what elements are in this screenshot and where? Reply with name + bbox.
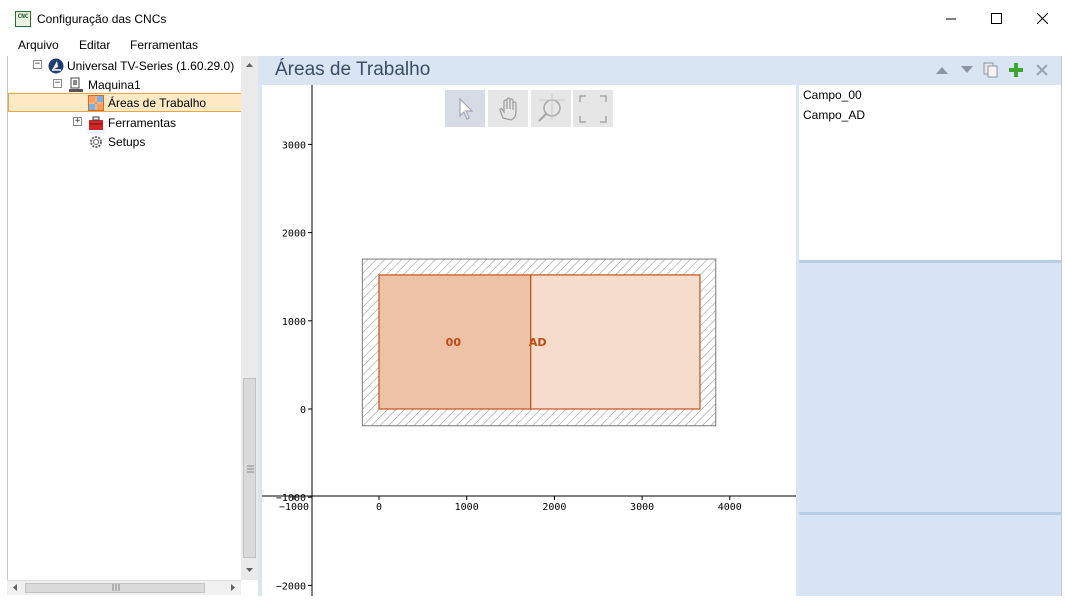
- tree-root-label: Universal TV-Series (1.60.29.0): [67, 58, 235, 73]
- field-label: AD: [529, 336, 547, 349]
- panel-splitter[interactable]: [799, 512, 1061, 515]
- list-item[interactable]: Campo_00: [803, 88, 862, 102]
- field-label: 00: [446, 336, 462, 349]
- grip-icon: [247, 465, 254, 473]
- y-tick-label: 2000: [282, 229, 306, 240]
- tree-item-setups[interactable]: Setups: [88, 132, 145, 151]
- x-tick-label: 2000: [542, 502, 566, 513]
- tree-panel: − Universal TV-Series (1.60.29.0) − Maqu…: [7, 56, 242, 580]
- tree-item-root[interactable]: Universal TV-Series (1.60.29.0): [48, 56, 234, 75]
- x-tick-label: 4000: [718, 502, 742, 513]
- menu-editar[interactable]: Editar: [79, 38, 110, 52]
- x-tick-label: −1000: [279, 502, 309, 513]
- collapse-icon[interactable]: −: [53, 79, 62, 88]
- add-icon: [1009, 63, 1023, 77]
- expand-icon[interactable]: +: [73, 117, 82, 126]
- close-icon: [1036, 12, 1048, 24]
- tree-machine-label: Maquina1: [88, 77, 141, 92]
- arrow-down-icon: [961, 66, 973, 73]
- menu-bar: Arquivo Editar Ferramentas: [0, 36, 1065, 56]
- window-title: Configuração das CNCs: [37, 12, 167, 26]
- fields-list: Campo_00 Campo_AD: [799, 85, 1061, 260]
- tree-item-tools[interactable]: Ferramentas: [88, 113, 176, 132]
- panel-splitter[interactable]: [799, 260, 1061, 263]
- scroll-thumb[interactable]: [25, 583, 205, 593]
- work-areas-icon: [88, 94, 104, 111]
- scroll-up-icon[interactable]: [241, 58, 258, 72]
- maximize-icon: [990, 12, 1002, 24]
- work-area-canvas[interactable]: 3000 2000 1000 0 −1000 −2000 −1000 0 1000 2000 300…: [262, 85, 796, 596]
- machine-brand-icon: [48, 58, 64, 73]
- tree-tools-label: Ferramentas: [108, 115, 177, 130]
- app-icon: CNC: [15, 11, 31, 27]
- delete-button[interactable]: [1034, 62, 1050, 78]
- tree-work-areas-label: Áreas de Trabalho: [108, 95, 207, 110]
- work-field[interactable]: [530, 274, 701, 410]
- y-tick-label: 0: [300, 405, 306, 416]
- tree-item-work-areas[interactable]: Áreas de Trabalho: [8, 93, 242, 112]
- move-down-button[interactable]: [959, 62, 975, 78]
- scroll-thumb[interactable]: [243, 378, 256, 558]
- page-title: Áreas de Trabalho: [275, 59, 431, 80]
- maximize-button[interactable]: [973, 0, 1019, 36]
- title-bar: CNC Configuração das CNCs: [0, 0, 1065, 36]
- arrow-up-icon: [936, 67, 948, 74]
- properties-panel: [799, 260, 1061, 596]
- minimize-button[interactable]: [928, 0, 974, 36]
- tree-setups-label: Setups: [108, 134, 146, 149]
- x-tick-label: 3000: [630, 502, 654, 513]
- list-item[interactable]: Campo_AD: [803, 108, 865, 122]
- delete-icon: [1036, 64, 1048, 76]
- tree-item-machine[interactable]: Maquina1: [68, 75, 141, 94]
- copy-button[interactable]: [983, 62, 999, 78]
- y-tick-label: 3000: [282, 140, 306, 151]
- tree-horizontal-scrollbar[interactable]: [7, 580, 241, 595]
- main-header: Áreas de Trabalho: [262, 56, 1061, 85]
- x-tick-label: 0: [376, 502, 382, 513]
- collapse-icon[interactable]: −: [33, 60, 42, 69]
- tree-vertical-scrollbar[interactable]: [241, 56, 258, 580]
- plot-area: 3000200010000−1000−2000−1000 0 1000 2000 300…: [262, 85, 796, 596]
- toolbox-icon: [89, 116, 103, 130]
- scroll-right-icon[interactable]: [227, 581, 239, 594]
- window-border: [1061, 56, 1062, 596]
- y-tick-label: −2000: [276, 581, 306, 592]
- add-button[interactable]: [1008, 62, 1024, 78]
- machine-icon: [69, 77, 83, 92]
- x-tick-label: 1000: [455, 502, 479, 513]
- scroll-down-icon[interactable]: [241, 563, 258, 577]
- grip-icon: [112, 584, 120, 591]
- menu-arquivo[interactable]: Arquivo: [18, 38, 59, 52]
- copy-icon: [983, 62, 998, 78]
- scroll-left-icon[interactable]: [9, 581, 21, 594]
- move-up-button[interactable]: [934, 62, 950, 78]
- y-tick-label: 1000: [282, 317, 306, 328]
- gear-icon: [90, 135, 102, 148]
- menu-ferramentas[interactable]: Ferramentas: [130, 38, 198, 52]
- close-button[interactable]: [1019, 0, 1065, 36]
- minimize-icon: [945, 18, 956, 19]
